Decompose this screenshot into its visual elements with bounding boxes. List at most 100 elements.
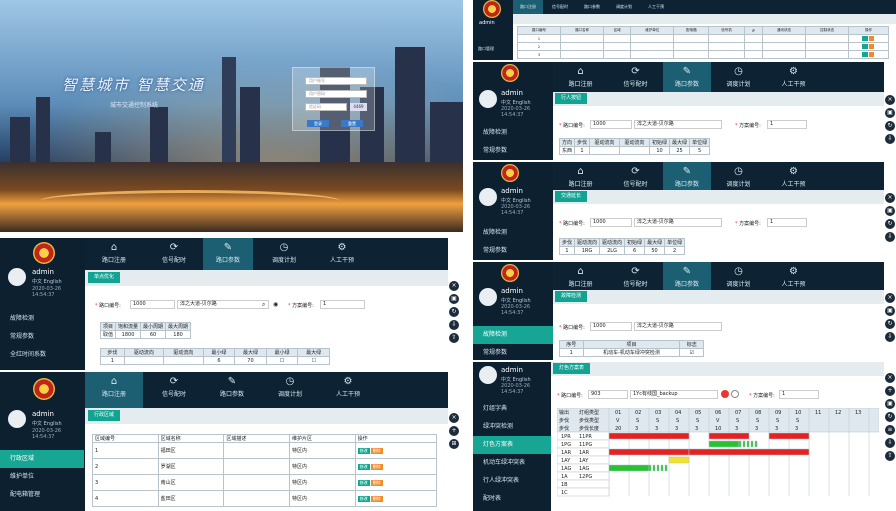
lang-switch[interactable]: 中文 English xyxy=(501,197,531,204)
nav-schedule[interactable]: 调度计划 xyxy=(609,0,639,14)
junction-select[interactable]: 1000 xyxy=(590,120,632,129)
nav-signal-timing[interactable]: 信号配时 xyxy=(545,0,575,14)
delete-button[interactable]: 删除 xyxy=(370,479,383,486)
junction-select[interactable]: 1000 xyxy=(590,322,632,331)
sidebar-item-timing[interactable]: 配时表 xyxy=(473,490,551,508)
delete-button[interactable] xyxy=(868,44,874,49)
nav-manual[interactable]: ⚙ 人工干预 xyxy=(766,162,821,190)
download-icon[interactable]: ⇩ xyxy=(449,320,459,330)
junction-name-input[interactable]: 淬之大道-贝尔路 xyxy=(634,120,722,129)
save-icon[interactable]: ▣ xyxy=(885,399,895,409)
close-icon[interactable]: × xyxy=(885,373,895,383)
add-icon[interactable]: + xyxy=(449,426,459,436)
sidebar-item-cabinet[interactable]: 配电箱管理 xyxy=(0,486,84,504)
lang-switch[interactable]: 中文 English xyxy=(501,99,531,106)
close-icon[interactable]: × xyxy=(885,293,895,303)
download-icon[interactable]: ⇩ xyxy=(885,232,895,242)
edit-button[interactable] xyxy=(862,36,868,41)
tab-pedestrian[interactable]: 行人按钮 xyxy=(555,93,588,104)
nav-manual[interactable]: ⚙ 人工干预 xyxy=(766,62,821,92)
close-icon[interactable]: × xyxy=(449,413,459,423)
nav-junction-params[interactable]: ✎ 路口参数 xyxy=(663,262,711,290)
reset-button[interactable]: 重置 xyxy=(341,120,363,127)
plan-select[interactable]: 1 xyxy=(320,300,365,309)
locate-icon[interactable]: ◉ xyxy=(273,301,278,308)
refresh-icon[interactable]: ↻ xyxy=(449,307,459,317)
flag-checkbox[interactable]: ☑ xyxy=(679,348,704,357)
junction-name-input[interactable]: 淬之大道-贝尔路 xyxy=(177,300,269,309)
add-icon[interactable]: + xyxy=(885,386,895,396)
nav-schedule[interactable]: ◷ 调度计划 xyxy=(711,262,766,290)
delete-button[interactable]: 删除 xyxy=(370,447,383,454)
nav-schedule[interactable]: ◷ 调度计划 xyxy=(255,238,313,270)
nav-manual[interactable]: ⚙ 人工干预 xyxy=(766,262,821,290)
junction-select[interactable]: 1000 xyxy=(130,300,175,309)
download-icon[interactable]: ⇩ xyxy=(885,332,895,342)
upload-icon[interactable]: ⇧ xyxy=(449,333,459,343)
nav-schedule[interactable]: ◷ 调度计划 xyxy=(261,372,319,404)
sidebar-item-vehicle-conflict[interactable]: 机动车绿冲突表 xyxy=(473,454,551,472)
sidebar-item-allred[interactable]: 全红时间系数 xyxy=(0,346,84,364)
close-icon[interactable]: × xyxy=(449,281,459,291)
sidebar-item-general[interactable]: 常规参数 xyxy=(473,344,553,360)
delete-button[interactable]: 删除 xyxy=(370,495,383,502)
search-icon[interactable]: ⌕ xyxy=(262,301,265,309)
junction-name-input[interactable]: 淬之大道-贝尔路 xyxy=(634,218,722,227)
stop-icon[interactable] xyxy=(721,390,729,398)
nav-junction-register[interactable]: ⌂ 路口注册 xyxy=(553,62,608,92)
junction-select[interactable]: 1000 xyxy=(590,218,632,227)
tab-extend[interactable]: 交通延长 xyxy=(555,191,588,202)
plan-select[interactable]: 1 xyxy=(767,120,807,129)
tab-lamp-scheme[interactable]: 灯色方案表 xyxy=(553,363,591,374)
junction-select[interactable]: 903 xyxy=(588,390,628,399)
edit-button[interactable]: 修改 xyxy=(357,479,370,486)
tab-region[interactable]: 行政区域 xyxy=(88,410,121,421)
nav-manual[interactable]: ⚙ 人工干预 xyxy=(319,372,377,404)
nav-junction-params[interactable]: ✎ 路口参数 xyxy=(663,162,711,190)
nav-signal-timing[interactable]: ⟳ 信号配时 xyxy=(608,62,663,92)
save-icon[interactable]: ▣ xyxy=(885,206,895,216)
menu-icon[interactable]: ≡ xyxy=(885,425,895,435)
refresh-icon[interactable]: ↻ xyxy=(885,412,895,422)
nav-signal-timing[interactable]: ⟳ 信号配时 xyxy=(608,262,663,290)
lang-switch[interactable]: 中文 English xyxy=(501,297,531,304)
nav-signal-timing[interactable]: ⟳ 信号配时 xyxy=(145,238,203,270)
captcha-field[interactable]: 验证码 xyxy=(305,103,347,111)
nav-schedule[interactable]: ◷ 调度计划 xyxy=(711,162,766,190)
sidebar-item-general[interactable]: 常规参数 xyxy=(473,142,553,160)
sidebar-item-junction[interactable]: 路口管理 xyxy=(473,40,513,58)
nav-junction-register[interactable]: ⌂ 路口注册 xyxy=(553,162,608,190)
nav-junction-params[interactable]: 路口参数 xyxy=(577,0,607,14)
sidebar-item-lamp-dict[interactable]: 灯组字典 xyxy=(473,400,551,418)
nav-junction-params[interactable]: ✎ 路口参数 xyxy=(203,238,253,270)
nav-schedule[interactable]: ◷ 调度计划 xyxy=(711,62,766,92)
nav-junction-params[interactable]: ✎ 路口参数 xyxy=(663,62,711,92)
locate-icon[interactable] xyxy=(731,390,739,398)
refresh-icon[interactable]: ↻ xyxy=(885,219,895,229)
junction-name-input[interactable]: 淬之大道-贝尔路 xyxy=(634,322,722,331)
save-icon[interactable]: ▣ xyxy=(885,306,895,316)
sidebar-item-fault[interactable]: 故障检测 xyxy=(473,224,553,242)
sidebar-item-maintainer[interactable]: 维护单位 xyxy=(0,468,84,486)
nav-junction-register[interactable]: ⌂ 路口注册 xyxy=(85,238,143,270)
nav-signal-timing[interactable]: ⟳ 信号配时 xyxy=(145,372,203,404)
sidebar-item-fault[interactable]: 故障检测 xyxy=(0,310,84,328)
delete-button[interactable] xyxy=(868,36,874,41)
sidebar-item-fault[interactable]: 故障检测 xyxy=(473,326,553,344)
login-button[interactable]: 登录 xyxy=(307,120,329,127)
nav-junction-params[interactable]: ✎ 路口参数 xyxy=(203,372,261,404)
edit-button[interactable] xyxy=(862,44,868,49)
tab-single-point[interactable]: 单点优化 xyxy=(88,272,121,283)
sidebar-item-fault[interactable]: 故障检测 xyxy=(473,124,553,142)
sidebar-item-lamp-scheme[interactable]: 灯色方案表 xyxy=(473,436,551,454)
nav-junction-register[interactable]: ⌂ 路口注册 xyxy=(553,262,608,290)
password-field[interactable]: 用户密码 xyxy=(305,90,367,98)
junction-name-input[interactable]: 1Yc有线国_backup xyxy=(630,390,718,399)
sidebar-item-ped-conflict[interactable]: 行人绿冲突表 xyxy=(473,472,551,490)
nav-manual[interactable]: 人工干预 xyxy=(641,0,671,14)
captcha-image[interactable]: 4469 xyxy=(350,103,367,111)
refresh-icon[interactable]: ↻ xyxy=(885,319,895,329)
save-icon[interactable]: ▣ xyxy=(885,108,895,118)
edit-button[interactable]: 修改 xyxy=(357,495,370,502)
edit-button[interactable] xyxy=(862,52,868,57)
